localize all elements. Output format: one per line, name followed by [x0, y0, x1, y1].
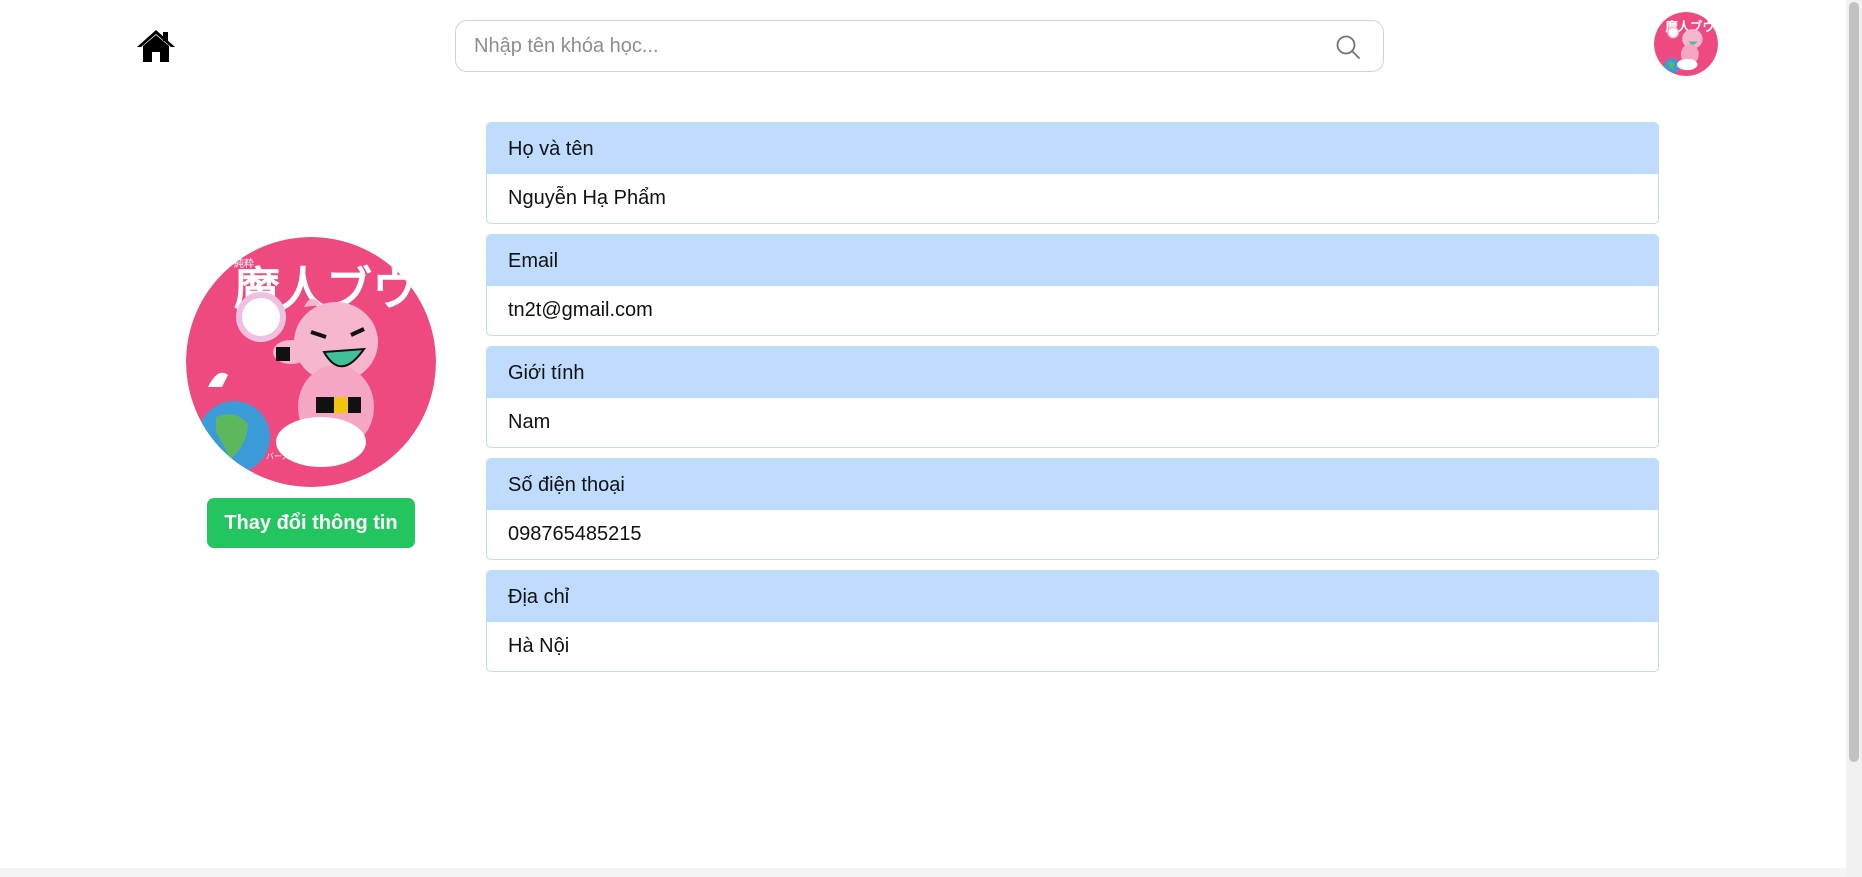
info-card-phone: Số điện thoại 098765485215 [486, 458, 1659, 560]
info-card-value: Nam [508, 411, 551, 433]
info-card-label: Họ và tên [487, 123, 1658, 174]
profile-avatar: 魔人ブウ 純粋 バースト [186, 237, 436, 487]
info-card-value: 098765485215 [508, 523, 642, 545]
vertical-scrollbar[interactable] [1846, 0, 1862, 877]
search-input[interactable] [474, 21, 1314, 71]
info-card-email: Email tn2t@gmail.com [486, 234, 1659, 336]
info-card-value: Nguyễn Hạ Phẩm [508, 187, 666, 209]
info-card-label: Số điện thoại [487, 459, 1658, 510]
profile-page: 魔人ブウ 魔人ブウ 純粋 [0, 0, 1862, 877]
user-avatar[interactable]: 魔人ブウ [1654, 12, 1718, 76]
info-card-label: Giới tính [487, 347, 1658, 398]
info-card-label: Địa chỉ [487, 571, 1658, 622]
search-icon[interactable] [1335, 34, 1361, 60]
profile-info-list: Họ và tên Nguyễn Hạ Phẩm Email tn2t@gmai… [486, 122, 1659, 682]
edit-profile-button[interactable]: Thay đổi thông tin [207, 498, 415, 548]
info-card-value: tn2t@gmail.com [508, 299, 653, 321]
info-card-full-name: Họ và tên Nguyễn Hạ Phẩm [486, 122, 1659, 224]
home-icon[interactable] [136, 28, 176, 64]
info-card-label: Email [487, 235, 1658, 286]
info-card-value: Hà Nội [508, 635, 570, 657]
page-footer-strip [0, 868, 1846, 877]
search-box [455, 20, 1384, 72]
info-card-gender: Giới tính Nam [486, 346, 1659, 448]
info-card-address: Địa chỉ Hà Nội [486, 570, 1659, 672]
svg-text:バースト: バースト [266, 452, 298, 461]
svg-text:純粋: 純粋 [234, 257, 254, 270]
scrollbar-thumb[interactable] [1849, 2, 1859, 762]
